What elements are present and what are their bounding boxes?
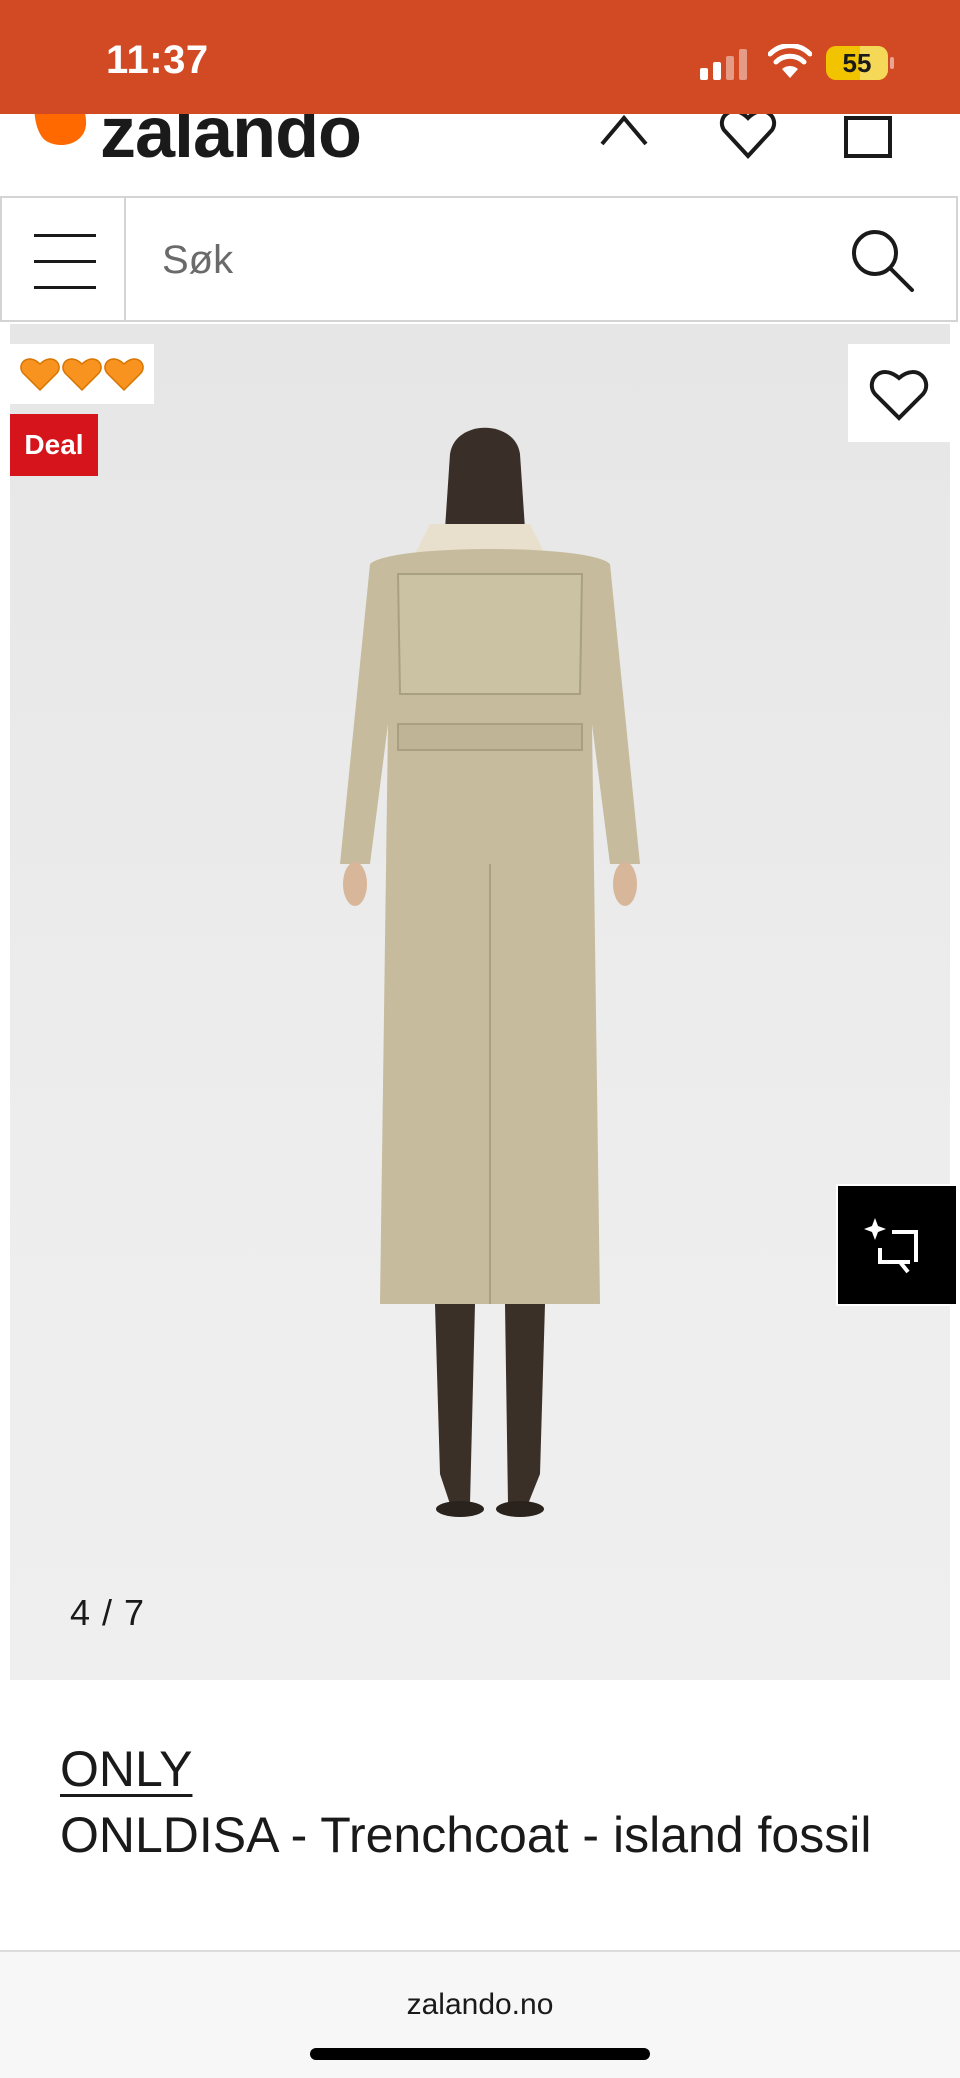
visual-search-button[interactable] <box>836 1184 958 1306</box>
zalando-logo-icon[interactable] <box>34 114 90 150</box>
heart-outline-icon <box>869 370 929 421</box>
heart-badges <box>10 344 154 404</box>
search-input[interactable]: Søk <box>126 196 958 322</box>
battery-icon: 55 <box>826 46 894 80</box>
status-bar: 11:37 55 <box>0 0 960 114</box>
zalando-logo-text[interactable]: zalando <box>100 114 362 174</box>
browser-address-bar[interactable]: zalando.no <box>0 1950 960 2078</box>
home-indicator <box>310 2048 650 2060</box>
chevron-up-icon[interactable] <box>594 114 654 164</box>
menu-button[interactable] <box>0 196 126 322</box>
status-time: 11:37 <box>106 38 209 82</box>
battery-level: 55 <box>842 48 872 78</box>
browser-url[interactable]: zalando.no <box>0 1988 960 2022</box>
site-header: zalando <box>0 114 960 196</box>
image-counter: 4 / 7 <box>70 1592 146 1633</box>
deal-badge: Deal <box>10 414 98 476</box>
product-brand-link[interactable]: ONLY <box>60 1740 192 1798</box>
orange-heart-icon <box>20 358 60 392</box>
product-image-gallery[interactable]: Deal 4 / 7 <box>10 324 950 1680</box>
product-photo <box>340 427 640 1517</box>
shopping-bag-icon[interactable] <box>838 114 898 164</box>
cellular-signal-icon <box>700 49 747 80</box>
sparkle-crop-icon <box>864 1218 918 1274</box>
search-icon[interactable] <box>848 226 916 294</box>
search-placeholder: Søk <box>162 238 234 282</box>
wifi-icon <box>768 44 812 78</box>
search-row: Søk <box>0 196 960 324</box>
orange-heart-icon <box>62 358 102 392</box>
wishlist-button[interactable] <box>848 344 950 442</box>
orange-heart-icon <box>104 358 144 392</box>
heart-icon[interactable] <box>718 114 778 164</box>
product-title: ONLDISA - Trenchcoat - island fossil <box>60 1807 872 1863</box>
